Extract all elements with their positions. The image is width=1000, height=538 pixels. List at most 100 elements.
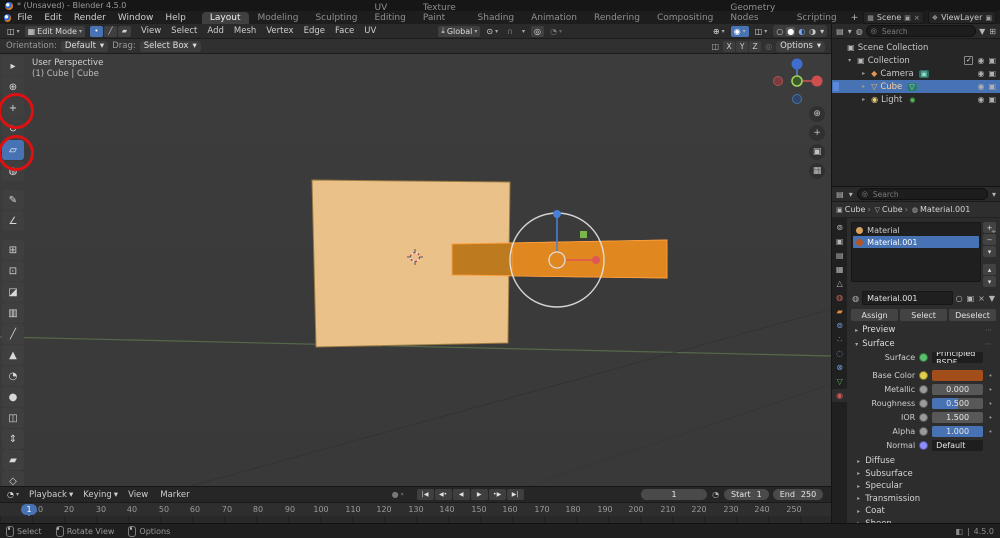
material-name-field[interactable]: Material.001 <box>862 291 952 305</box>
tab-sculpting[interactable]: Sculpting <box>307 12 365 24</box>
timeline-track-area[interactable]: 1020304050607080901001101201301401501601… <box>0 503 831 524</box>
eye-icon[interactable]: ◉ <box>977 82 984 91</box>
breadcrumb-item-material-001[interactable]: › ◍ Material.001 <box>905 205 971 214</box>
tab-output[interactable]: ▤ <box>832 249 847 262</box>
alpha-slider[interactable]: 1.000 <box>932 426 983 437</box>
tab-texture-paint[interactable]: Texture Paint <box>415 2 469 24</box>
copy-icon[interactable]: ▣ <box>904 14 911 22</box>
playhead[interactable]: 1 <box>21 504 37 515</box>
panel-header-subsurface[interactable]: ▸ Subsurface <box>849 468 998 481</box>
zoom-button[interactable]: ⊕ <box>809 106 825 122</box>
transport-jump-end[interactable]: ▶| <box>507 489 524 500</box>
outliner-row-collection[interactable]: ▾ ▣ Collection ✓ ◉ ▣ <box>832 54 1000 67</box>
timeline-ruler[interactable]: 1020304050607080901001101201301401501601… <box>0 503 831 516</box>
tab-object[interactable]: ▰ <box>832 305 847 318</box>
menu-select[interactable]: Select <box>166 26 202 36</box>
viewport-canvas[interactable] <box>0 54 831 486</box>
new-collection-button[interactable]: ⊞ <box>988 27 997 36</box>
pan-button[interactable]: + <box>809 125 825 141</box>
auto-keying-button[interactable]: ● ▾ <box>389 489 407 500</box>
shading-solid-button[interactable]: ● <box>786 27 795 36</box>
move-slot-up-button[interactable]: ▴ <box>983 264 996 275</box>
tool-annotate[interactable]: ✎ <box>2 190 24 210</box>
menu-render[interactable]: Render <box>68 13 112 23</box>
tab-rendering[interactable]: Rendering <box>586 12 648 24</box>
material-slot-material[interactable]: Material <box>853 224 979 236</box>
action-button-deselect[interactable]: Deselect <box>949 309 996 321</box>
camera-toggle-icon[interactable]: ▣ <box>988 69 996 78</box>
funnel-icon[interactable]: ▼ <box>988 294 996 303</box>
system-icon[interactable]: ◧ <box>955 527 963 536</box>
shading-wireframe-button[interactable]: ○ <box>775 27 784 36</box>
tab-particles[interactable]: ∴ <box>832 333 847 346</box>
panel-header-coat[interactable]: ▸ Coat <box>849 505 998 518</box>
tab-physics[interactable]: ◌ <box>832 347 847 360</box>
perspective-toggle-button[interactable]: ▦ <box>809 163 825 179</box>
select-mode-face[interactable]: ▰ <box>118 26 131 37</box>
orientation-dropdown[interactable]: ⤓ Global ▾ <box>438 26 480 37</box>
tool-transform[interactable]: ◍ <box>2 161 24 181</box>
mirror-axis-y[interactable]: Y <box>736 41 748 52</box>
tool-shrink-fatten[interactable]: ⇕ <box>2 429 24 449</box>
tab-compositing[interactable]: Compositing <box>649 12 721 24</box>
base-color-swatch[interactable] <box>932 370 983 381</box>
gizmo-y-handle[interactable] <box>580 231 587 238</box>
tab-add-workspace[interactable]: + <box>846 12 864 24</box>
breadcrumb-item-mesh-cube[interactable]: › ▽ Cube <box>867 205 902 214</box>
unlink-button[interactable]: × <box>977 294 986 303</box>
frame-start-field[interactable]: Start 1 <box>724 489 769 500</box>
menu-view[interactable]: View <box>123 490 155 500</box>
menu-view[interactable]: View <box>136 26 166 36</box>
menu-face[interactable]: Face <box>330 26 359 36</box>
nav-axis-y[interactable] <box>792 76 802 86</box>
animate-dot-icon[interactable]: • <box>987 372 994 380</box>
preview-panel-header[interactable]: ▸ Preview ⋯ <box>849 325 998 335</box>
tab-tool[interactable]: ⊚ <box>832 221 847 234</box>
scene-selector[interactable]: ▦ Scene ▣ × <box>863 11 924 24</box>
animate-dot-icon[interactable]: • <box>987 428 994 436</box>
tool-poly-build[interactable]: ▲ <box>2 345 24 365</box>
nav-axis-z[interactable] <box>792 59 803 70</box>
orientation-default-dropdown[interactable]: Default ▾ <box>61 41 108 52</box>
panel-header-transmission[interactable]: ▸ Transmission <box>849 493 998 506</box>
tool-edge-slide[interactable]: ◫ <box>2 408 24 428</box>
tool-loop-cut[interactable]: ▥ <box>2 303 24 323</box>
tab-uv-editing[interactable]: UV Editing <box>366 2 413 24</box>
tab-world[interactable]: ◍ <box>832 291 847 304</box>
eye-icon[interactable]: ◉ <box>977 69 984 78</box>
tool-extrude-region[interactable]: ⊞ <box>2 240 24 260</box>
tab-constraints[interactable]: ⊗ <box>832 361 847 374</box>
outliner-search[interactable]: ◎ <box>866 25 976 37</box>
tab-modeling[interactable]: Modeling <box>250 12 307 24</box>
tool-knife[interactable]: ╱ <box>2 324 24 344</box>
tab-animation[interactable]: Animation <box>523 12 585 24</box>
tool-inset-faces[interactable]: ⊡ <box>2 261 24 281</box>
copy-icon[interactable]: ▣ <box>985 14 992 22</box>
outliner-row-scene-collection[interactable]: ▣ Scene Collection ✓ ◉ ▣ <box>832 41 1000 54</box>
checkbox-icon[interactable]: ✓ <box>964 56 973 65</box>
animate-dot-icon[interactable]: • <box>987 400 994 408</box>
pin-icon[interactable]: ⌖ <box>991 227 996 237</box>
shading-material-button[interactable]: ◐ <box>797 27 806 36</box>
material-slot-material-001[interactable]: Material.001 <box>853 236 979 248</box>
tool-rip-region[interactable]: ◇ <box>2 471 24 486</box>
mirror-axis-x[interactable]: X <box>723 41 735 52</box>
options-dropdown[interactable]: Options ▾ <box>776 41 825 52</box>
breadcrumb-item-object-cube[interactable]: ▣ Cube <box>836 205 865 214</box>
proportional-falloff-dropdown[interactable]: ◔ ▾ <box>547 26 565 37</box>
current-frame-field[interactable]: 1 <box>641 489 707 500</box>
viewport-3d[interactable]: ▸⊕+↻▱◍✎∠⊞⊡◪▥╱▲◔●◫⇕▰◇ User Perspective (1… <box>0 54 831 486</box>
outliner-search-input[interactable] <box>880 26 971 37</box>
menu-keying[interactable]: Keying▾ <box>78 490 123 500</box>
expander-icon[interactable]: ▸ <box>862 70 868 77</box>
menu-help[interactable]: Help <box>159 13 192 23</box>
animate-dot-icon[interactable]: • <box>987 386 994 394</box>
expander-icon[interactable]: ▸ <box>862 83 868 90</box>
expander-icon[interactable]: ▸ <box>862 96 868 103</box>
nav-axis-z-neg[interactable] <box>793 95 802 104</box>
tool-bevel[interactable]: ◪ <box>2 282 24 302</box>
filter-objects-dropdown[interactable]: ◍ <box>855 27 864 36</box>
tab-geometry-nodes[interactable]: Geometry Nodes <box>722 2 787 24</box>
transport-next-keyframe[interactable]: •▶ <box>489 489 506 500</box>
menu-edit[interactable]: Edit <box>38 13 67 23</box>
